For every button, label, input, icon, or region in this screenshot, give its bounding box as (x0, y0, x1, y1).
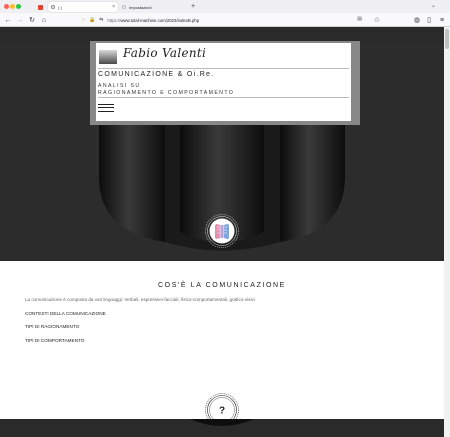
divider (98, 97, 349, 98)
subtitle-line-1: ANALISI SU (98, 83, 141, 89)
content-section: COS'È LA COMUNICAZIONE La comunicazione … (0, 261, 444, 427)
tab-title: ( ) (58, 4, 62, 10)
section-title: COS'È LA COMUNICAZIONE (158, 282, 286, 289)
brand-title: COMUNICAZIONE & Oi.Re. (98, 71, 215, 78)
scrollbar-thumb[interactable] (445, 29, 449, 49)
address-bar[interactable]: ◌ 🔒 ⇆ https:// www.total-machine.com/202… (82, 15, 372, 25)
logo-image[interactable] (99, 50, 117, 64)
forward-arrow-icon[interactable]: → (15, 15, 25, 25)
hamburger-menu-icon[interactable] (98, 104, 114, 112)
gear-icon (122, 5, 126, 9)
permissions-icon[interactable]: ⇆ (99, 17, 103, 23)
footer-graphic (0, 419, 444, 437)
home-icon[interactable]: ⌂ (39, 15, 49, 25)
logo-name[interactable]: Fabio Valenti (123, 46, 206, 60)
pinned-tab-icon (37, 4, 43, 10)
tab-active[interactable]: ( ) × (48, 2, 118, 12)
divider (98, 68, 349, 69)
tab-title: Impostazioni (129, 4, 152, 10)
section-description: La comunicazione è composta da vari ling… (25, 297, 255, 302)
link-tipi-comportamento[interactable]: TIPI DI COMPORTAMENTO (25, 338, 84, 343)
pinned-tab[interactable] (34, 2, 46, 12)
list-all-tabs-chevron-icon[interactable]: ⌄ (431, 2, 436, 9)
link-contesti[interactable]: CONTESTI DELLA COMUNICAZIONE (25, 311, 106, 316)
close-tab-icon[interactable]: × (112, 4, 115, 10)
reader-view-icon[interactable]: ▤ (357, 16, 362, 22)
next-section-preview (0, 419, 444, 437)
navigation-bar: ← → ↻ ⌂ ◌ 🔒 ⇆ https:// www.total-machine… (0, 13, 450, 27)
page-favicon-icon (51, 5, 55, 9)
question-mark-text: ? (219, 406, 225, 417)
pocket-icon[interactable]: ◍ (412, 15, 422, 25)
extensions-icon[interactable]: ▯ (424, 15, 434, 25)
hero-banner: Fabio Valenti COMUNICAZIONE & Oi.Re. ANA… (0, 27, 444, 261)
subtitle-line-2: RAGIONAMENTO E COMPORTAMENTO (98, 90, 235, 96)
page-scrollbar[interactable] (444, 27, 450, 437)
site-header: Fabio Valenti COMUNICAZIONE & Oi.Re. ANA… (96, 43, 351, 121)
shield-icon[interactable]: ◌ (82, 17, 85, 23)
url-scheme: https:// (107, 17, 121, 23)
reload-icon[interactable]: ↻ (27, 15, 37, 25)
minimize-window-button[interactable] (10, 4, 15, 9)
url-host-path: www.total-machine.com/2023/indexB.php (120, 17, 200, 23)
zoom-window-button[interactable] (16, 4, 21, 9)
close-window-button[interactable] (4, 4, 9, 9)
lock-icon[interactable]: 🔒 (89, 17, 95, 23)
brain-logo-icon[interactable] (205, 214, 239, 248)
page-viewport: Fabio Valenti COMUNICAZIONE & Oi.Re. ANA… (0, 27, 444, 437)
tab-bar: ( ) × Impostazioni + ⌄ (0, 0, 450, 13)
bookmark-star-icon[interactable]: ☆ (372, 15, 382, 25)
link-tipi-ragionamento[interactable]: TIPI DI RAGIONAMENTO (25, 324, 79, 329)
new-tab-button[interactable]: + (191, 2, 195, 11)
tab-settings[interactable]: Impostazioni (119, 2, 189, 12)
menu-icon[interactable]: ≡ (437, 15, 447, 25)
back-arrow-icon[interactable]: ← (3, 15, 13, 25)
